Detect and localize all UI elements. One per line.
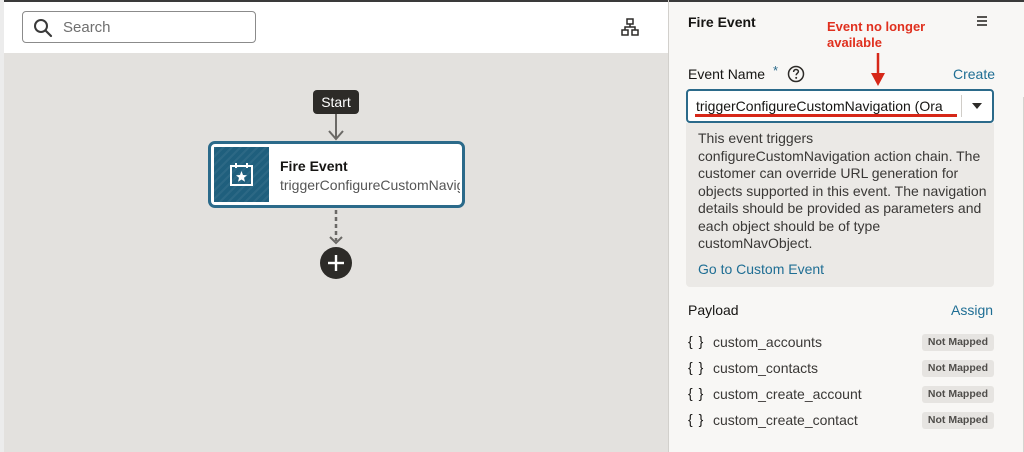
payload-item-name: custom_accounts [713, 334, 822, 350]
status-badge: Not Mapped [921, 334, 994, 351]
arrow-down-icon [871, 53, 885, 86]
add-action-button[interactable] [320, 247, 352, 279]
hamburger-menu-icon[interactable] [975, 14, 989, 28]
payload-label: Payload [688, 302, 739, 318]
annotation-note: Event no longer available [827, 19, 926, 50]
event-description: This event triggers configureCustomNavig… [698, 130, 987, 251]
go-to-custom-event-link[interactable]: Go to Custom Event [698, 261, 824, 277]
start-node[interactable]: Start [313, 90, 359, 114]
panel-title: Fire Event [688, 14, 756, 30]
event-name-select[interactable]: triggerConfigureCustomNavigation (Ora [686, 89, 994, 123]
payload-item[interactable]: { } custom_create_contact Not Mapped [688, 410, 994, 432]
payload-item-name: custom_create_contact [713, 412, 858, 428]
payload-item[interactable]: { } custom_contacts Not Mapped [688, 358, 994, 380]
properties-panel: Fire Event Event no longer available Eve… [669, 2, 1024, 452]
search-input[interactable] [63, 16, 249, 38]
payload-item[interactable]: { } custom_create_account Not Mapped [688, 384, 994, 406]
object-braces-icon: { } [688, 359, 705, 375]
status-badge: Not Mapped [921, 386, 994, 403]
assign-link[interactable]: Assign [951, 302, 993, 318]
object-braces-icon: { } [688, 385, 705, 401]
node-icon-tile [214, 147, 269, 202]
help-icon[interactable] [787, 65, 805, 83]
error-underline [695, 114, 957, 117]
object-braces-icon: { } [688, 411, 705, 427]
status-badge: Not Mapped [921, 360, 994, 377]
required-marker: * [773, 63, 779, 78]
search-box[interactable] [22, 11, 256, 43]
app-root: Start Fire Event triggerConfigureCustomN… [0, 0, 1024, 452]
search-icon [34, 19, 53, 38]
plus-icon [328, 255, 344, 271]
payload-item-name: custom_contacts [713, 360, 819, 376]
node-title: Fire Event [280, 158, 348, 174]
canvas-toolbar [4, 2, 668, 53]
object-braces-icon: { } [688, 333, 705, 349]
event-calendar-icon [230, 163, 253, 186]
node-subtitle: triggerConfigureCustomNavigation [280, 177, 460, 193]
event-name-value: triggerConfigureCustomNavigation (Ora [696, 98, 943, 114]
event-description-box: This event triggers configureCustomNavig… [686, 123, 994, 287]
payload-item-name: custom_create_account [713, 386, 862, 402]
diagram-tree-icon[interactable] [621, 18, 639, 36]
chevron-down-icon[interactable] [971, 101, 983, 111]
status-badge: Not Mapped [921, 412, 994, 429]
fire-event-node[interactable]: Fire Event triggerConfigureCustomNavigat… [208, 141, 465, 208]
event-name-label: Event Name [688, 66, 766, 82]
create-event-link[interactable]: Create [953, 66, 995, 82]
select-separator [961, 95, 962, 117]
payload-item[interactable]: { } custom_accounts Not Mapped [688, 332, 994, 354]
